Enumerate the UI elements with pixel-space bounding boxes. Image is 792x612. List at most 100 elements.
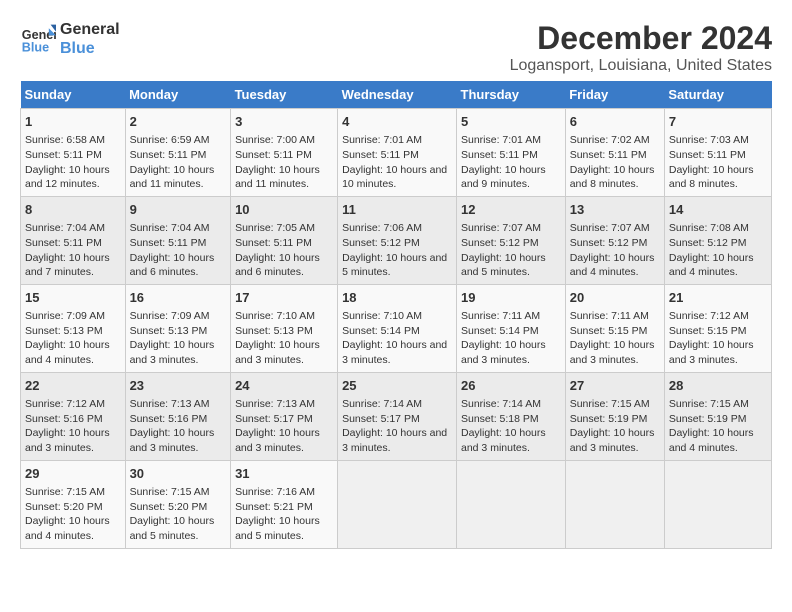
- sunrise-label: Sunrise: 7:16 AM: [235, 486, 315, 498]
- table-cell: [664, 460, 771, 548]
- day-number: 20: [570, 289, 660, 307]
- sunrise-label: Sunrise: 7:05 AM: [235, 222, 315, 234]
- sunset-label: Sunset: 5:13 PM: [235, 325, 313, 337]
- table-cell: 1 Sunrise: 6:58 AM Sunset: 5:11 PM Dayli…: [21, 109, 126, 197]
- table-cell: 26 Sunrise: 7:14 AM Sunset: 5:18 PM Dayl…: [457, 372, 566, 460]
- table-cell: 20 Sunrise: 7:11 AM Sunset: 5:15 PM Dayl…: [565, 284, 664, 372]
- day-number: 1: [25, 113, 121, 131]
- day-number: 8: [25, 201, 121, 219]
- table-cell: 3 Sunrise: 7:00 AM Sunset: 5:11 PM Dayli…: [231, 109, 338, 197]
- daylight-label: Daylight: 10 hours and 8 minutes.: [669, 164, 754, 191]
- daylight-label: Daylight: 10 hours and 3 minutes.: [235, 427, 320, 454]
- daylight-label: Daylight: 10 hours and 8 minutes.: [570, 164, 655, 191]
- logo-text-blue: Blue: [60, 39, 120, 58]
- sunrise-label: Sunrise: 7:09 AM: [130, 310, 210, 322]
- sunset-label: Sunset: 5:20 PM: [130, 501, 208, 513]
- calendar-week-row: 1 Sunrise: 6:58 AM Sunset: 5:11 PM Dayli…: [21, 109, 772, 197]
- sunrise-label: Sunrise: 7:15 AM: [669, 398, 749, 410]
- daylight-label: Daylight: 10 hours and 4 minutes.: [25, 339, 110, 366]
- table-cell: [457, 460, 566, 548]
- table-cell: 24 Sunrise: 7:13 AM Sunset: 5:17 PM Dayl…: [231, 372, 338, 460]
- page-header: General Blue General Blue December 2024 …: [20, 20, 772, 75]
- day-number: 9: [130, 201, 226, 219]
- daylight-label: Daylight: 10 hours and 3 minutes.: [461, 427, 546, 454]
- table-cell: 13 Sunrise: 7:07 AM Sunset: 5:12 PM Dayl…: [565, 196, 664, 284]
- day-number: 26: [461, 377, 561, 395]
- day-number: 25: [342, 377, 452, 395]
- sunrise-label: Sunrise: 6:58 AM: [25, 134, 105, 146]
- table-cell: 14 Sunrise: 7:08 AM Sunset: 5:12 PM Dayl…: [664, 196, 771, 284]
- daylight-label: Daylight: 10 hours and 4 minutes.: [25, 515, 110, 542]
- header-sunday: Sunday: [21, 81, 126, 109]
- table-cell: 19 Sunrise: 7:11 AM Sunset: 5:14 PM Dayl…: [457, 284, 566, 372]
- sunset-label: Sunset: 5:12 PM: [461, 237, 539, 249]
- sunrise-label: Sunrise: 7:15 AM: [130, 486, 210, 498]
- day-number: 28: [669, 377, 767, 395]
- sunset-label: Sunset: 5:15 PM: [570, 325, 648, 337]
- day-number: 22: [25, 377, 121, 395]
- daylight-label: Daylight: 10 hours and 3 minutes.: [130, 427, 215, 454]
- daylight-label: Daylight: 10 hours and 3 minutes.: [235, 339, 320, 366]
- table-cell: 7 Sunrise: 7:03 AM Sunset: 5:11 PM Dayli…: [664, 109, 771, 197]
- sunrise-label: Sunrise: 7:14 AM: [461, 398, 541, 410]
- sunset-label: Sunset: 5:17 PM: [342, 413, 420, 425]
- sunrise-label: Sunrise: 7:01 AM: [461, 134, 541, 146]
- sunrise-label: Sunrise: 7:10 AM: [342, 310, 422, 322]
- day-number: 11: [342, 201, 452, 219]
- calendar-week-row: 22 Sunrise: 7:12 AM Sunset: 5:16 PM Dayl…: [21, 372, 772, 460]
- sunset-label: Sunset: 5:11 PM: [570, 149, 647, 161]
- header-wednesday: Wednesday: [338, 81, 457, 109]
- sunset-label: Sunset: 5:21 PM: [235, 501, 313, 513]
- sunrise-label: Sunrise: 7:09 AM: [25, 310, 105, 322]
- sunset-label: Sunset: 5:14 PM: [342, 325, 420, 337]
- sunset-label: Sunset: 5:13 PM: [25, 325, 103, 337]
- sunset-label: Sunset: 5:16 PM: [25, 413, 103, 425]
- day-number: 29: [25, 465, 121, 483]
- table-cell: 22 Sunrise: 7:12 AM Sunset: 5:16 PM Dayl…: [21, 372, 126, 460]
- sunrise-label: Sunrise: 7:08 AM: [669, 222, 749, 234]
- header-monday: Monday: [125, 81, 230, 109]
- table-cell: 31 Sunrise: 7:16 AM Sunset: 5:21 PM Dayl…: [231, 460, 338, 548]
- sunset-label: Sunset: 5:12 PM: [669, 237, 747, 249]
- daylight-label: Daylight: 10 hours and 6 minutes.: [235, 252, 320, 279]
- table-cell: 5 Sunrise: 7:01 AM Sunset: 5:11 PM Dayli…: [457, 109, 566, 197]
- table-cell: 6 Sunrise: 7:02 AM Sunset: 5:11 PM Dayli…: [565, 109, 664, 197]
- daylight-label: Daylight: 10 hours and 9 minutes.: [461, 164, 546, 191]
- logo-icon: General Blue: [20, 21, 56, 57]
- day-number: 14: [669, 201, 767, 219]
- daylight-label: Daylight: 10 hours and 3 minutes.: [342, 427, 447, 454]
- sunrise-label: Sunrise: 7:04 AM: [130, 222, 210, 234]
- daylight-label: Daylight: 10 hours and 12 minutes.: [25, 164, 110, 191]
- day-number: 7: [669, 113, 767, 131]
- table-cell: 4 Sunrise: 7:01 AM Sunset: 5:11 PM Dayli…: [338, 109, 457, 197]
- title-area: December 2024 Logansport, Louisiana, Uni…: [510, 20, 772, 75]
- subtitle: Logansport, Louisiana, United States: [510, 57, 772, 75]
- sunrise-label: Sunrise: 7:06 AM: [342, 222, 422, 234]
- daylight-label: Daylight: 10 hours and 5 minutes.: [461, 252, 546, 279]
- day-number: 6: [570, 113, 660, 131]
- sunrise-label: Sunrise: 7:13 AM: [130, 398, 210, 410]
- calendar-week-row: 29 Sunrise: 7:15 AM Sunset: 5:20 PM Dayl…: [21, 460, 772, 548]
- table-cell: 17 Sunrise: 7:10 AM Sunset: 5:13 PM Dayl…: [231, 284, 338, 372]
- day-number: 21: [669, 289, 767, 307]
- table-cell: 16 Sunrise: 7:09 AM Sunset: 5:13 PM Dayl…: [125, 284, 230, 372]
- daylight-label: Daylight: 10 hours and 7 minutes.: [25, 252, 110, 279]
- day-number: 16: [130, 289, 226, 307]
- table-cell: 30 Sunrise: 7:15 AM Sunset: 5:20 PM Dayl…: [125, 460, 230, 548]
- day-number: 24: [235, 377, 333, 395]
- table-cell: 2 Sunrise: 6:59 AM Sunset: 5:11 PM Dayli…: [125, 109, 230, 197]
- daylight-label: Daylight: 10 hours and 11 minutes.: [235, 164, 320, 191]
- daylight-label: Daylight: 10 hours and 5 minutes.: [130, 515, 215, 542]
- day-number: 30: [130, 465, 226, 483]
- table-cell: 10 Sunrise: 7:05 AM Sunset: 5:11 PM Dayl…: [231, 196, 338, 284]
- table-cell: 21 Sunrise: 7:12 AM Sunset: 5:15 PM Dayl…: [664, 284, 771, 372]
- daylight-label: Daylight: 10 hours and 3 minutes.: [461, 339, 546, 366]
- day-number: 18: [342, 289, 452, 307]
- sunset-label: Sunset: 5:17 PM: [235, 413, 313, 425]
- calendar-week-row: 8 Sunrise: 7:04 AM Sunset: 5:11 PM Dayli…: [21, 196, 772, 284]
- day-number: 2: [130, 113, 226, 131]
- daylight-label: Daylight: 10 hours and 3 minutes.: [669, 339, 754, 366]
- sunrise-label: Sunrise: 7:07 AM: [461, 222, 541, 234]
- daylight-label: Daylight: 10 hours and 3 minutes.: [342, 339, 447, 366]
- daylight-label: Daylight: 10 hours and 11 minutes.: [130, 164, 215, 191]
